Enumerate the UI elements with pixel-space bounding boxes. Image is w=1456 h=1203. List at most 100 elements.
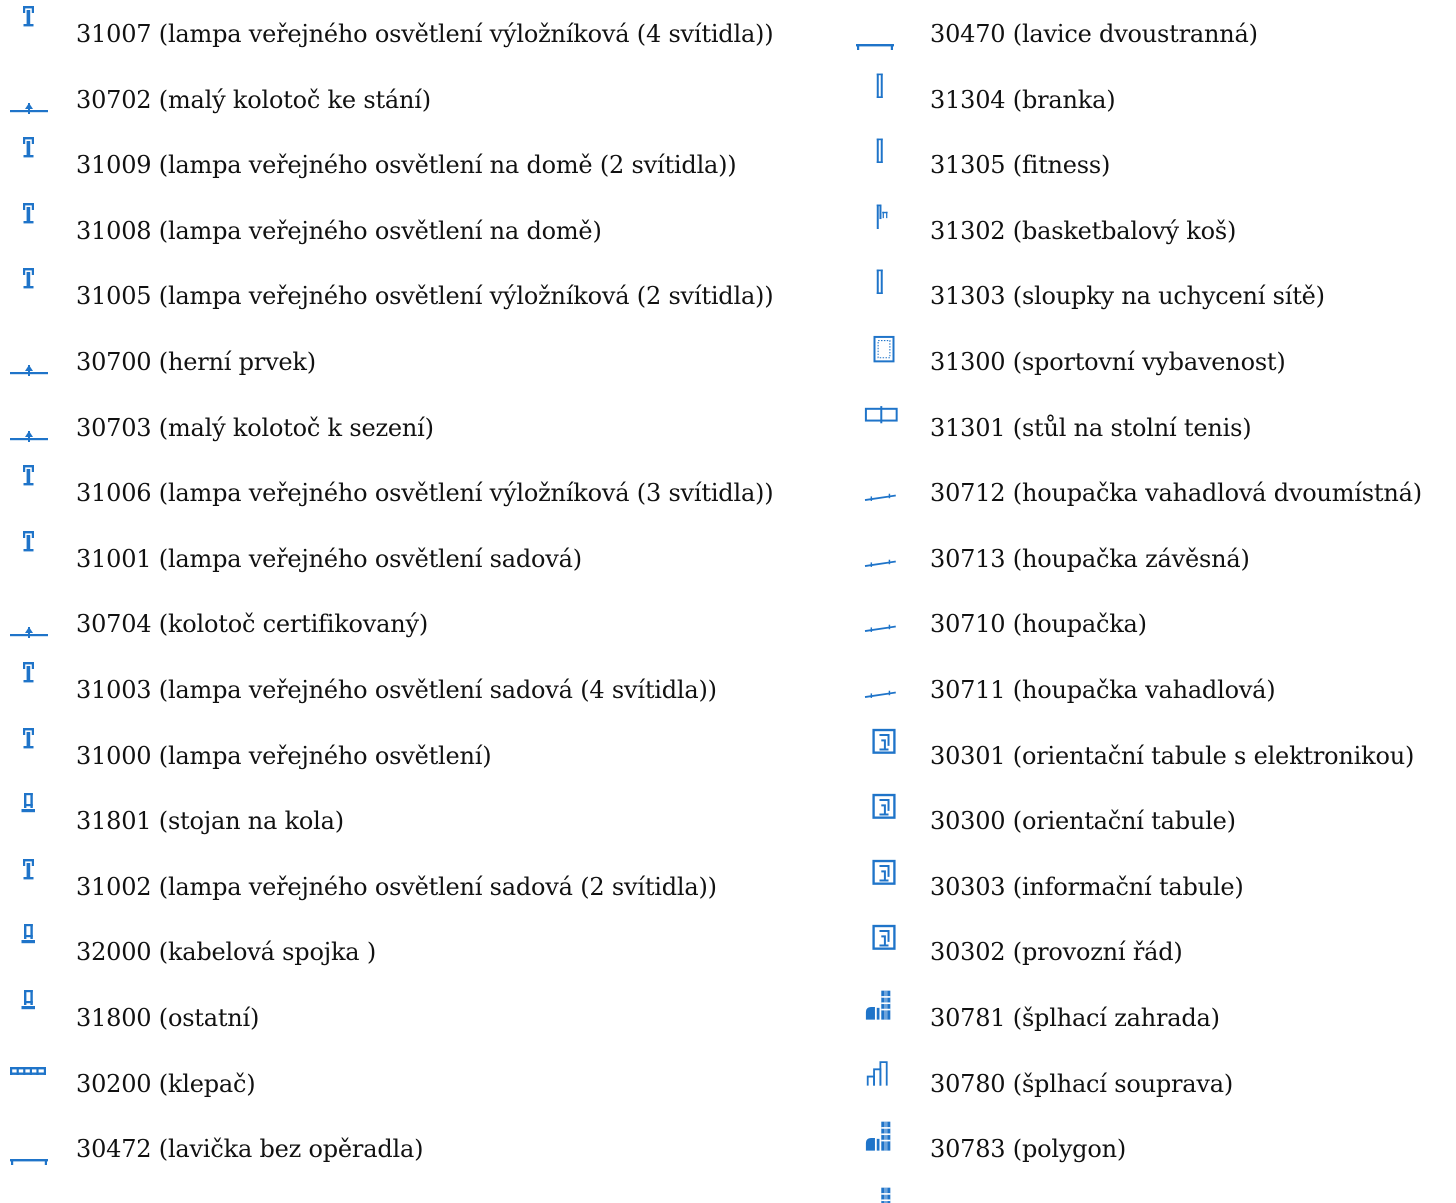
signboard-icon (846, 918, 930, 982)
legend-item: 31801 (stojan na kola) (0, 787, 846, 851)
legend-label: 30710 (houpačka) (930, 610, 1147, 639)
sport-equipment-icon (846, 328, 930, 392)
signboard-icon (846, 787, 930, 851)
legend-item: 30712 (houpačka vahadlová dvoumístná) (846, 459, 1456, 523)
legend-label: 31009 (lampa veřejného osvětlení na domě… (76, 151, 737, 180)
legend-item: 31005 (lampa veřejného osvětlení výložní… (0, 262, 846, 326)
climbing-solid-icon (846, 1115, 930, 1179)
legend-item: 30300 (orientační tabule) (846, 787, 1456, 851)
legend-label: 31008 (lampa veřejného osvětlení na domě… (76, 216, 602, 245)
table-tennis-icon (846, 394, 930, 458)
legend-label: 30472 (lavička bez opěradla) (76, 1135, 424, 1164)
climbing-solid-icon (846, 1181, 930, 1203)
signboard-icon (846, 853, 930, 917)
legend-item: 31301 (stůl na stolní tenis) (846, 394, 1456, 458)
lamp-icon (0, 131, 76, 195)
legend-item: 31006 (lampa veřejného osvětlení výložní… (0, 459, 846, 523)
lamp-icon (0, 722, 76, 786)
legend-label: 30780 (šplhací souprava) (930, 1069, 1234, 1098)
legend-label: 31305 (fitness) (930, 151, 1111, 180)
legend-item: 31000 (lampa veřejného osvětlení) (0, 722, 846, 786)
legend-item: 31303 (sloupky na uchycení sítě) (846, 262, 1456, 326)
stand-icon (0, 984, 76, 1048)
legend-item: 31002 (lampa veřejného osvětlení sadová … (0, 853, 846, 917)
legend-item: 30303 (informační tabule) (846, 853, 1456, 917)
seesaw-icon (846, 656, 930, 720)
post-icon (846, 262, 930, 326)
legend-item: 30472 (lavička bez opěradla) (0, 1115, 846, 1179)
signboard-icon (846, 722, 930, 786)
legend-label: 30713 (houpačka závěsná) (930, 544, 1250, 573)
bench-icon (0, 1115, 76, 1179)
bench-icon (846, 0, 930, 64)
legend-item: 30702 (malý kolotoč ke stání) (0, 66, 846, 130)
lamp-icon (0, 459, 76, 523)
legend-item: 32000 (kabelová spojka ) (0, 918, 846, 982)
legend-item: 30703 (malý kolotoč k sezení) (0, 394, 846, 458)
beater-icon (0, 1050, 76, 1114)
post-icon (846, 131, 930, 195)
legend-item: 30470 (lavice dvoustranná) (846, 0, 1456, 64)
legend-label: 31003 (lampa veřejného osvětlení sadová … (76, 676, 717, 704)
legend-label: 31006 (lampa veřejného osvětlení výložní… (76, 479, 774, 508)
legend-label: 30303 (informační tabule) (930, 872, 1244, 901)
legend-label: 31005 (lampa veřejného osvětlení výložní… (76, 282, 774, 311)
legend-label: 30703 (malý kolotoč k sezení) (76, 413, 434, 442)
carousel-icon (0, 590, 76, 654)
legend-item: 31003 (lampa veřejného osvětlení sadová … (0, 656, 846, 720)
legend-label: 30301 (orientační tabule s elektronikou) (930, 741, 1415, 770)
stand-icon (0, 787, 76, 851)
basket-icon (846, 197, 930, 261)
carousel-icon (0, 66, 76, 130)
lamp-icon (0, 853, 76, 917)
lamp-icon (0, 0, 76, 64)
legend-label: 31800 (ostatní) (76, 1004, 260, 1032)
lamp-icon (0, 197, 76, 261)
legend-label: 31007 (lampa veřejného osvětlení výložní… (76, 20, 774, 48)
legend-item: 30713 (houpačka závěsná) (846, 525, 1456, 589)
legend-item: 30471 (lavička s kovovými nohami) (0, 1181, 846, 1203)
legend-label: 31801 (stojan na kola) (76, 807, 344, 836)
legend-item: 30302 (provozní řád) (846, 918, 1456, 982)
legend-label: 30783 (polygon) (930, 1135, 1127, 1164)
legend-item: 31008 (lampa veřejného osvětlení na domě… (0, 197, 846, 261)
legend-label: 30700 (herní prvek) (76, 348, 316, 376)
legend-label: 30200 (klepač) (76, 1069, 256, 1098)
lamp-icon (0, 525, 76, 589)
legend-label: 31001 (lampa veřejného osvětlení sadová) (76, 544, 582, 573)
legend-label: 30711 (houpačka vahadlová) (930, 676, 1276, 704)
legend-label: 30704 (kolotoč certifikovaný) (76, 610, 429, 639)
legend-label: 32000 (kabelová spojka ) (76, 938, 376, 967)
seesaw-icon (846, 590, 930, 654)
carousel-icon (0, 328, 76, 392)
climbing-outline-icon (846, 1050, 930, 1114)
legend-label: 30300 (orientační tabule) (930, 807, 1236, 836)
lamp-icon (0, 262, 76, 326)
post-icon (846, 66, 930, 130)
legend-label: 31300 (sportovní vybavenost) (930, 348, 1286, 376)
legend-label: 31000 (lampa veřejného osvětlení) (76, 741, 492, 770)
legend-label: 30702 (malý kolotoč ke stání) (76, 85, 431, 114)
legend-item: 30781 (šplhací zahrada) (846, 984, 1456, 1048)
legend-item: 31302 (basketbalový koš) (846, 197, 1456, 261)
legend-item: 30704 (kolotoč certifikovaný) (0, 590, 846, 654)
legend-label: 30302 (provozní řád) (930, 938, 1183, 967)
legend-label: 31304 (branka) (930, 85, 1116, 114)
legend-item: 31304 (branka) (846, 66, 1456, 130)
bench-icon (0, 1181, 76, 1203)
legend-label: 30781 (šplhací zahrada) (930, 1004, 1220, 1032)
legend-label: 30712 (houpačka vahadlová dvoumístná) (930, 479, 1422, 508)
seesaw-icon (846, 459, 930, 523)
legend-label: 31301 (stůl na stolní tenis) (930, 413, 1252, 442)
legend-item: 30710 (houpačka) (846, 590, 1456, 654)
legend-item: 30782 (šplhací stěna) (846, 1181, 1456, 1203)
legend-item: 31800 (ostatní) (0, 984, 846, 1048)
legend-item: 31001 (lampa veřejného osvětlení sadová) (0, 525, 846, 589)
seesaw-icon (846, 525, 930, 589)
legend-label: 31002 (lampa veřejného osvětlení sadová … (76, 872, 717, 901)
legend-item: 30301 (orientační tabule s elektronikou) (846, 722, 1456, 786)
legend-item: 30783 (polygon) (846, 1115, 1456, 1179)
legend-label: 31303 (sloupky na uchycení sítě) (930, 282, 1325, 311)
legend-item: 30700 (herní prvek) (0, 328, 846, 392)
legend-item: 30780 (šplhací souprava) (846, 1050, 1456, 1114)
